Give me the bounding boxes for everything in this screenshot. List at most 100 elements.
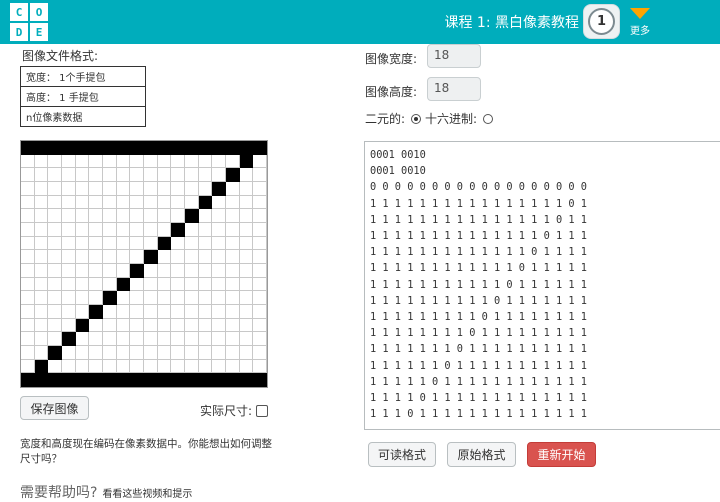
pixel-cell[interactable] [226, 182, 240, 196]
pixel-cell[interactable] [130, 141, 144, 155]
pixel-cell[interactable] [34, 318, 49, 333]
pixel-cell[interactable] [239, 277, 254, 292]
pixel-cell[interactable] [21, 359, 35, 374]
pixel-cell[interactable] [130, 359, 144, 374]
pixel-cell[interactable] [239, 236, 254, 251]
pixel-cell[interactable] [144, 264, 158, 278]
pixel-cell[interactable] [62, 291, 76, 305]
pixel-cell[interactable] [62, 223, 76, 237]
pixel-cell[interactable] [89, 318, 103, 333]
pixel-cell[interactable] [226, 264, 240, 278]
pixel-cell[interactable] [103, 264, 117, 278]
pixel-cell[interactable] [144, 236, 158, 251]
pixel-cell[interactable] [239, 168, 254, 182]
pixel-cell[interactable] [48, 168, 62, 182]
pixel-cell[interactable] [198, 359, 213, 374]
pixel-cell[interactable] [185, 291, 199, 305]
pixel-cell[interactable] [62, 346, 76, 360]
pixel-cell[interactable] [48, 277, 62, 292]
pixel-cell[interactable] [34, 305, 49, 319]
pixel-cell[interactable] [21, 182, 35, 196]
pixel-cell[interactable] [103, 195, 117, 210]
pixel-cell[interactable] [185, 346, 199, 360]
pixel-cell[interactable] [253, 291, 267, 305]
pixel-cell[interactable] [253, 236, 267, 251]
pixel-cell[interactable] [89, 291, 103, 305]
pixel-cell[interactable] [253, 277, 267, 292]
pixel-cell[interactable] [144, 154, 158, 169]
pixel-cell[interactable] [157, 305, 172, 319]
pixel-cell[interactable] [62, 305, 76, 319]
pixel-cell[interactable] [239, 318, 254, 333]
pixel-cell[interactable] [198, 223, 213, 237]
pixel-cell[interactable] [185, 305, 199, 319]
pixel-cell[interactable] [75, 236, 90, 251]
pixel-cell[interactable] [198, 195, 213, 210]
help-videos-link[interactable]: 看看这些视频和提示 [102, 489, 192, 500]
pixel-cell[interactable] [103, 359, 117, 374]
pixel-cell[interactable] [103, 291, 117, 305]
pixel-cell[interactable] [21, 195, 35, 210]
pixel-cell[interactable] [212, 141, 226, 155]
pixel-cell[interactable] [239, 182, 254, 196]
pixel-cell[interactable] [212, 359, 226, 374]
pixel-cell[interactable] [253, 182, 267, 196]
pixel-cell[interactable] [89, 373, 103, 387]
pixel-cell[interactable] [130, 250, 144, 264]
pixel-cell[interactable] [253, 305, 267, 319]
more-menu[interactable]: 更多 [626, 6, 654, 37]
pixel-cell[interactable] [239, 195, 254, 210]
pixel-cell[interactable] [144, 250, 158, 264]
pixel-cell[interactable] [144, 141, 158, 155]
pixel-cell[interactable] [62, 236, 76, 251]
pixel-cell[interactable] [75, 168, 90, 182]
pixel-cell[interactable] [130, 223, 144, 237]
pixel-cell[interactable] [226, 168, 240, 182]
pixel-cell[interactable] [185, 264, 199, 278]
pixel-cell[interactable] [48, 264, 62, 278]
pixel-cell[interactable] [62, 277, 76, 292]
pixel-cell[interactable] [226, 141, 240, 155]
pixel-cell[interactable] [198, 209, 213, 223]
pixel-cell[interactable] [198, 264, 213, 278]
pixel-cell[interactable] [130, 154, 144, 169]
pixel-cell[interactable] [62, 264, 76, 278]
pixel-cell[interactable] [198, 250, 213, 264]
pixel-cell[interactable] [34, 359, 49, 374]
pixel-cell[interactable] [103, 182, 117, 196]
pixel-cell[interactable] [226, 359, 240, 374]
pixel-cell[interactable] [89, 209, 103, 223]
pixel-cell[interactable] [171, 141, 185, 155]
pixel-cell[interactable] [34, 250, 49, 264]
pixel-cell[interactable] [144, 209, 158, 223]
pixel-cell[interactable] [130, 332, 144, 346]
pixel-cell[interactable] [62, 182, 76, 196]
pixel-cell[interactable] [34, 332, 49, 346]
pixel-cell[interactable] [48, 346, 62, 360]
pixel-cell[interactable] [75, 250, 90, 264]
pixel-cell[interactable] [226, 277, 240, 292]
pixel-cell[interactable] [62, 359, 76, 374]
pixel-cell[interactable] [253, 373, 267, 387]
pixel-cell[interactable] [226, 346, 240, 360]
pixel-cell[interactable] [103, 373, 117, 387]
pixel-cell[interactable] [48, 195, 62, 210]
pixel-cell[interactable] [239, 141, 254, 155]
pixel-cell[interactable] [130, 182, 144, 196]
pixel-cell[interactable] [226, 223, 240, 237]
pixel-cell[interactable] [21, 318, 35, 333]
pixel-cell[interactable] [144, 168, 158, 182]
pixel-cell[interactable] [62, 154, 76, 169]
pixel-cell[interactable] [198, 182, 213, 196]
pixel-cell[interactable] [21, 154, 35, 169]
pixel-cell[interactable] [171, 359, 185, 374]
pixel-cell[interactable] [185, 141, 199, 155]
pixel-cell[interactable] [144, 346, 158, 360]
pixel-cell[interactable] [157, 154, 172, 169]
pixel-cell[interactable] [212, 318, 226, 333]
pixel-cell[interactable] [21, 277, 35, 292]
pixel-cell[interactable] [157, 359, 172, 374]
pixel-canvas[interactable] [20, 140, 268, 388]
pixel-cell[interactable] [171, 168, 185, 182]
pixel-cell[interactable] [144, 332, 158, 346]
